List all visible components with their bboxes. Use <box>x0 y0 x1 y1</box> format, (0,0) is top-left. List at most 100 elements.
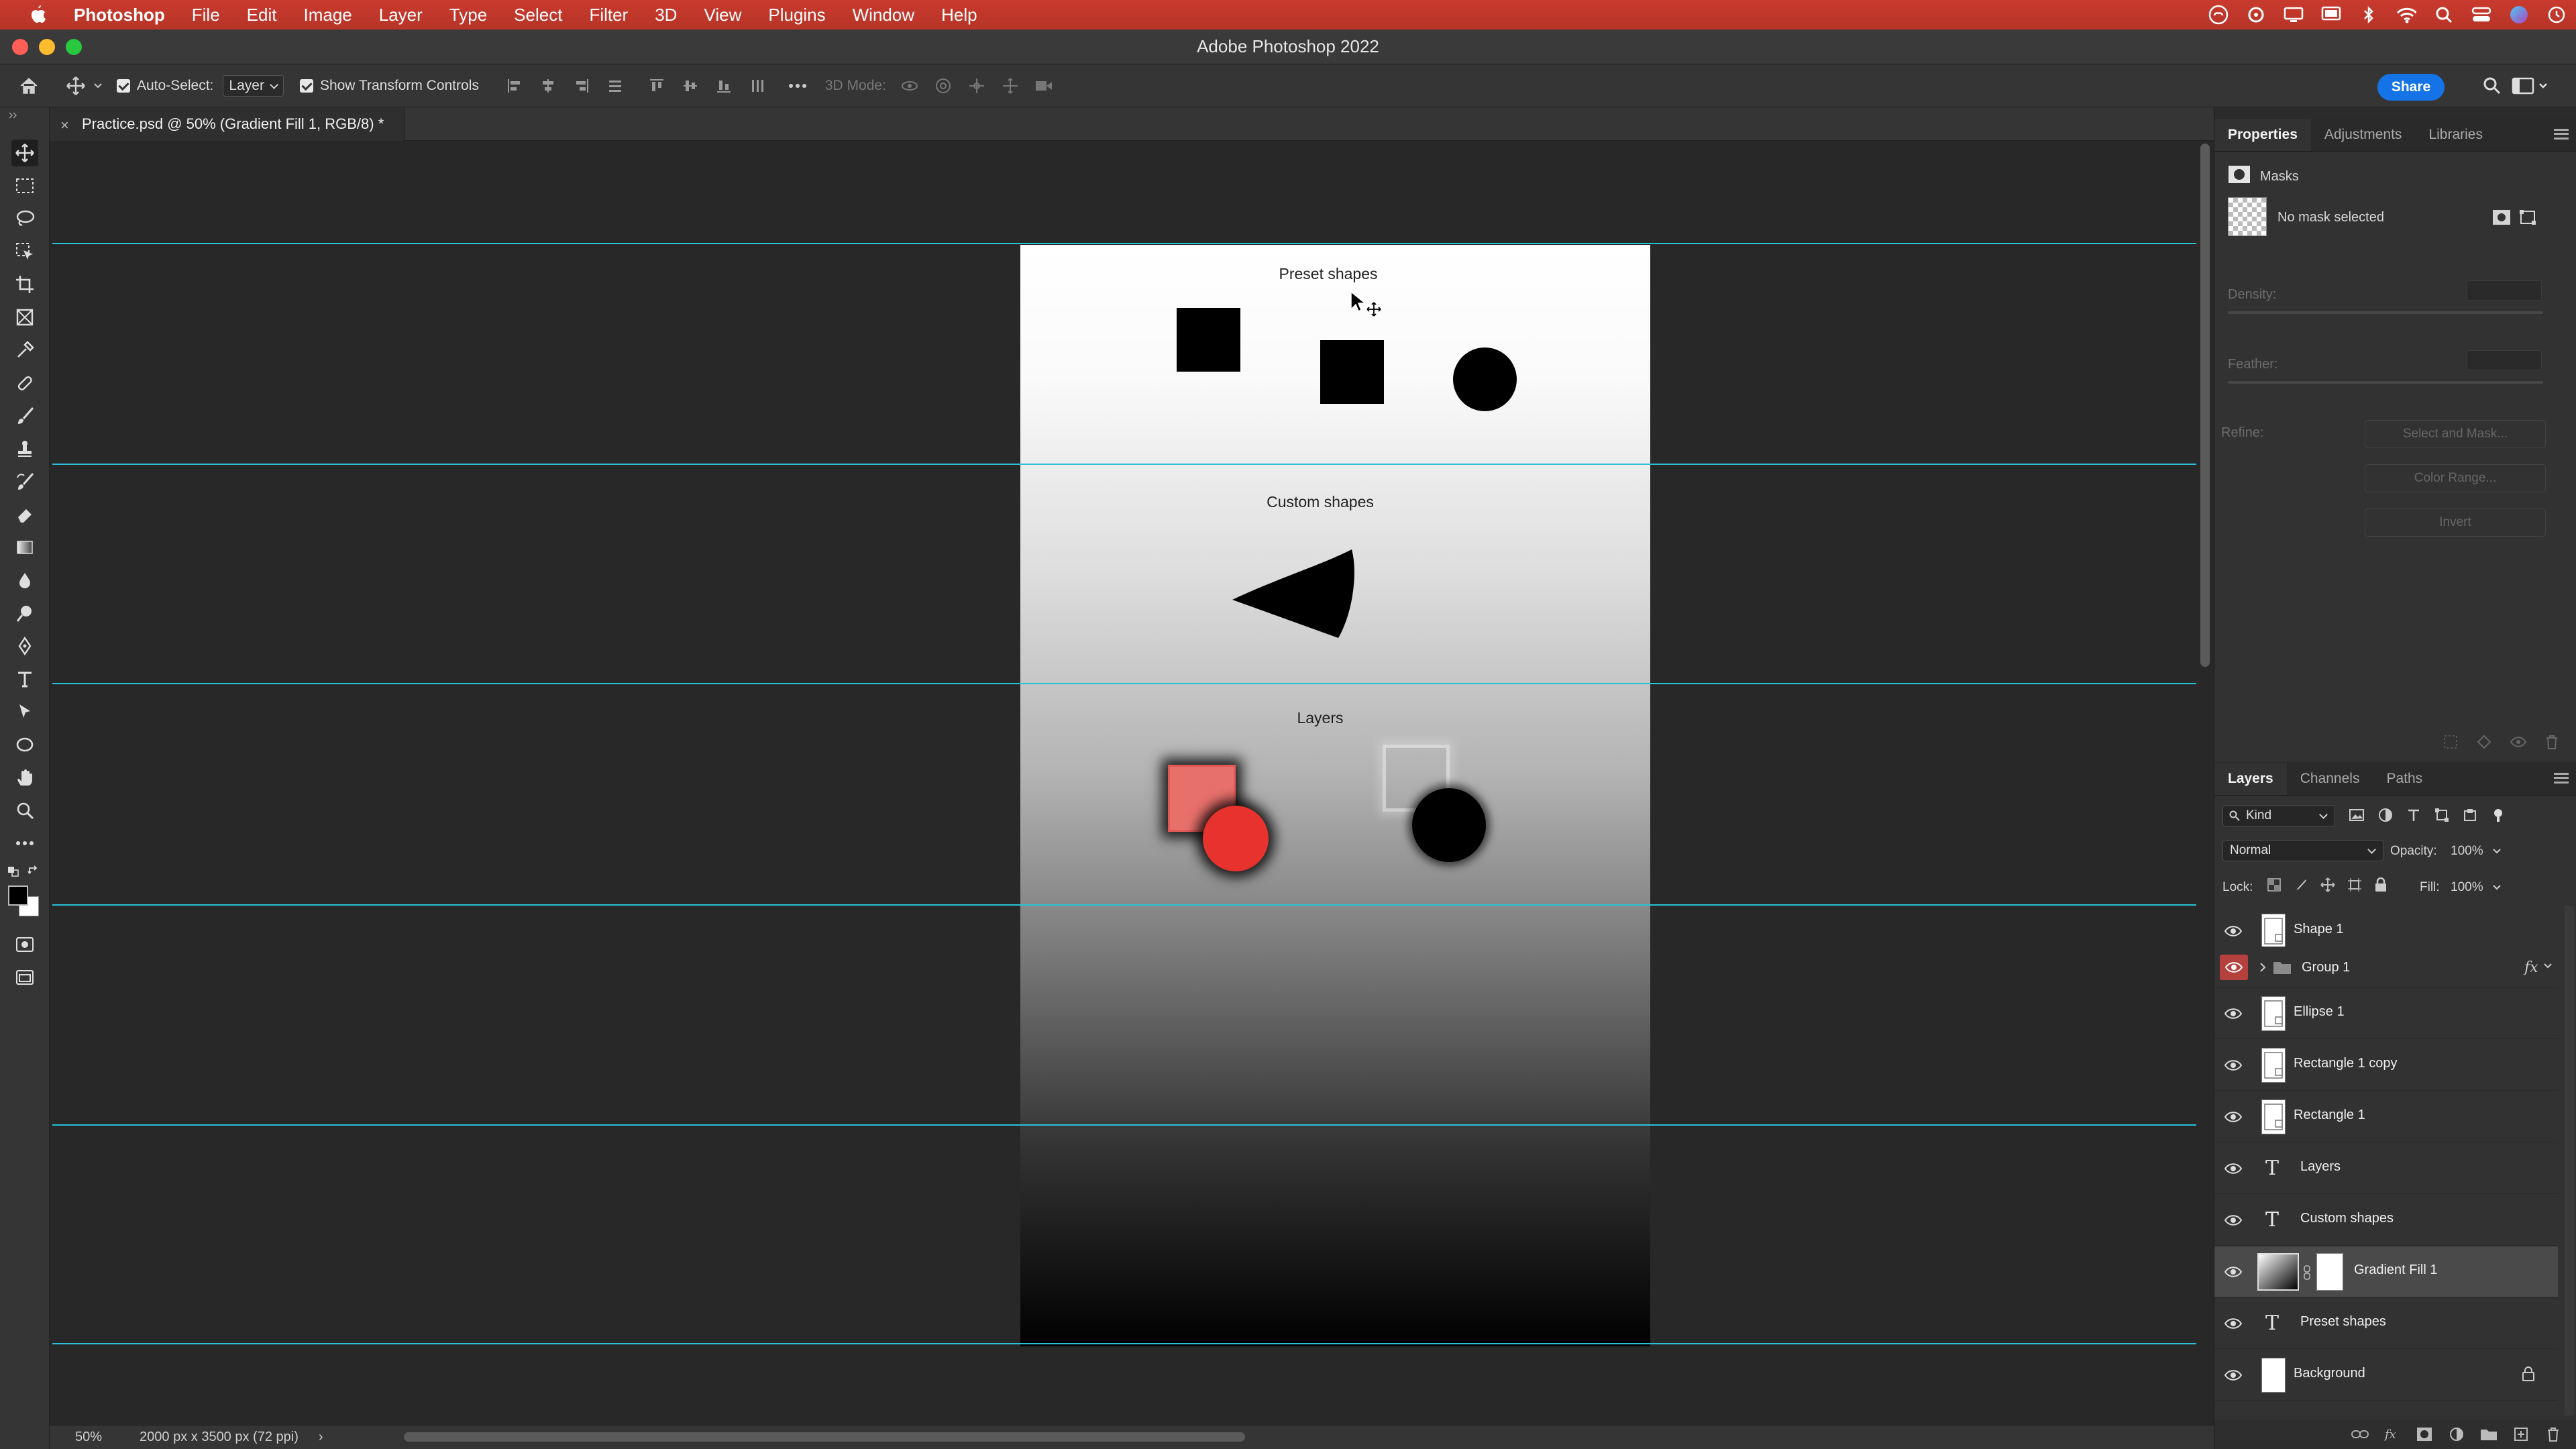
zoom-window-button[interactable] <box>66 39 82 55</box>
align-top-icon[interactable] <box>647 76 667 96</box>
brush-tool-icon[interactable] <box>11 402 38 429</box>
wifi-icon[interactable] <box>2396 5 2416 25</box>
document-tab[interactable]: × Practice.psd @ 50% (Gradient Fill 1, R… <box>50 107 405 141</box>
visibility-eye-icon[interactable] <box>2224 1314 2243 1333</box>
lock-transparent-pixels-icon[interactable] <box>2267 877 2282 896</box>
home-icon[interactable] <box>19 76 39 96</box>
tab-adjustments[interactable]: Adjustments <box>2311 127 2416 151</box>
edit-toolbar-icon[interactable] <box>11 830 38 857</box>
rectangle-1-shape[interactable] <box>1177 308 1240 372</box>
spotlight-icon[interactable] <box>2434 5 2454 25</box>
search-icon[interactable] <box>2482 76 2502 96</box>
effects-chevron-icon[interactable] <box>2543 961 2553 974</box>
cast-icon[interactable] <box>2321 5 2341 25</box>
pan-3d-icon[interactable] <box>967 76 987 96</box>
layer-filter-kind-dropdown[interactable]: Kind <box>2222 805 2335 826</box>
lock-icon[interactable] <box>2522 1366 2535 1385</box>
layer-row[interactable]: Ellipse 1 <box>2214 988 2558 1039</box>
layer-name[interactable]: Rectangle 1 copy <box>2294 1056 2398 1071</box>
scale-3d-icon[interactable] <box>1034 76 1054 96</box>
tab-libraries[interactable]: Libraries <box>2415 127 2496 151</box>
layer-name[interactable]: Gradient Fill 1 <box>2354 1263 2438 1278</box>
guide-line[interactable] <box>52 464 2196 465</box>
layer-name[interactable]: Group 1 <box>2302 960 2350 975</box>
layer-row[interactable]: Background <box>2214 1350 2558 1401</box>
display-icon[interactable] <box>2284 5 2304 25</box>
roll-3d-icon[interactable] <box>933 76 953 96</box>
distribute-vertical-icon[interactable] <box>605 76 625 96</box>
tab-layers[interactable]: Layers <box>2214 763 2287 795</box>
crop-tool-icon[interactable] <box>11 271 38 298</box>
zoom-level[interactable]: 50% <box>75 1430 102 1445</box>
new-group-icon[interactable] <box>2480 1426 2498 1443</box>
guide-line[interactable] <box>52 243 2196 244</box>
menu-help[interactable]: Help <box>928 0 990 30</box>
menu-3d[interactable]: 3D <box>641 0 690 30</box>
tab-properties[interactable]: Properties <box>2214 119 2311 151</box>
layer-name[interactable]: Custom shapes <box>2300 1211 2394 1226</box>
layer-mask-thumbnail[interactable] <box>2316 1253 2343 1291</box>
eraser-tool-icon[interactable] <box>11 501 38 528</box>
layer-name[interactable]: Preset shapes <box>2300 1314 2386 1330</box>
collapse-toolbar-icon[interactable] <box>8 110 17 119</box>
document-canvas[interactable]: Preset shapes Custom shapes Layers <box>1020 245 1650 1346</box>
group-ellipse-shape[interactable] <box>1203 806 1269 871</box>
lock-all-icon[interactable] <box>2374 877 2387 896</box>
frame-tool-icon[interactable] <box>11 304 38 331</box>
menu-image[interactable]: Image <box>290 0 365 30</box>
delete-layer-icon[interactable] <box>2544 1426 2562 1443</box>
filter-type-icon[interactable] <box>2406 808 2421 826</box>
quick-mask-icon[interactable] <box>11 931 38 958</box>
visibility-eye-icon[interactable] <box>2224 922 2243 941</box>
new-layer-icon[interactable] <box>2512 1426 2530 1443</box>
control-center-icon[interactable] <box>2471 5 2491 25</box>
close-window-button[interactable] <box>12 39 28 55</box>
menu-file[interactable]: File <box>178 0 233 30</box>
lock-position-icon[interactable] <box>2320 877 2335 896</box>
siri-icon[interactable] <box>2509 5 2529 25</box>
menu-app-photoshop[interactable]: Photoshop <box>67 0 178 30</box>
lock-artboard-icon[interactable] <box>2347 877 2362 896</box>
layer-row[interactable]: Rectangle 1 <box>2214 1091 2558 1142</box>
layers-panel-menu-icon[interactable] <box>2554 773 2569 784</box>
fill-value[interactable]: 100% <box>2451 880 2483 895</box>
align-left-icon[interactable] <box>504 76 525 96</box>
blend-mode-dropdown[interactable]: Normal <box>2222 840 2383 861</box>
guide-line[interactable] <box>52 904 2196 906</box>
menu-plugins[interactable]: Plugins <box>755 0 839 30</box>
visibility-eye-icon[interactable] <box>2220 955 2248 980</box>
chevron-down-icon[interactable] <box>93 76 103 96</box>
share-button[interactable]: Share <box>2377 74 2445 101</box>
ellipse-1-shape[interactable] <box>1453 347 1517 411</box>
creative-cloud-icon[interactable] <box>2208 5 2229 25</box>
align-bottom-icon[interactable] <box>714 76 734 96</box>
object-selection-tool-icon[interactable] <box>11 238 38 265</box>
layer-name[interactable]: Layers <box>2300 1159 2341 1175</box>
align-center-icon[interactable] <box>538 76 558 96</box>
move-tool-preset-icon[interactable] <box>66 76 86 96</box>
swap-colors-icon[interactable] <box>27 864 42 877</box>
apple-menu-icon[interactable] <box>23 0 52 30</box>
canvas-area[interactable]: Preset shapes Custom shapes Layers <box>50 141 2214 1425</box>
rectangle-1-copy-shape[interactable] <box>1320 340 1384 404</box>
menu-type[interactable]: Type <box>436 0 500 30</box>
bluetooth-icon[interactable] <box>2359 5 2379 25</box>
panel-menu-icon[interactable] <box>2554 129 2569 140</box>
layer-row-selected[interactable]: Gradient Fill 1 <box>2214 1246 2558 1297</box>
menu-select[interactable]: Select <box>500 0 576 30</box>
tab-paths[interactable]: Paths <box>2373 771 2436 795</box>
visibility-eye-icon[interactable] <box>2224 1263 2243 1281</box>
visibility-eye-icon[interactable] <box>2224 1004 2243 1023</box>
visibility-eye-icon[interactable] <box>2224 1056 2243 1075</box>
filter-smart-object-icon[interactable] <box>2463 808 2477 826</box>
eyedropper-tool-icon[interactable] <box>11 337 38 364</box>
black-ellipse-shape[interactable] <box>1412 788 1486 862</box>
layer-name[interactable]: Shape 1 <box>2294 922 2344 937</box>
link-icon[interactable] <box>2303 1265 2311 1283</box>
layer-name[interactable]: Ellipse 1 <box>2294 1004 2345 1020</box>
horizontal-scrollbar[interactable] <box>404 1432 1245 1442</box>
layer-effects-icon[interactable]: fx <box>2524 959 2538 976</box>
vertical-scrollbar[interactable] <box>2200 144 2210 667</box>
visibility-eye-icon[interactable] <box>2224 1108 2243 1126</box>
visibility-eye-icon[interactable] <box>2224 1159 2243 1178</box>
